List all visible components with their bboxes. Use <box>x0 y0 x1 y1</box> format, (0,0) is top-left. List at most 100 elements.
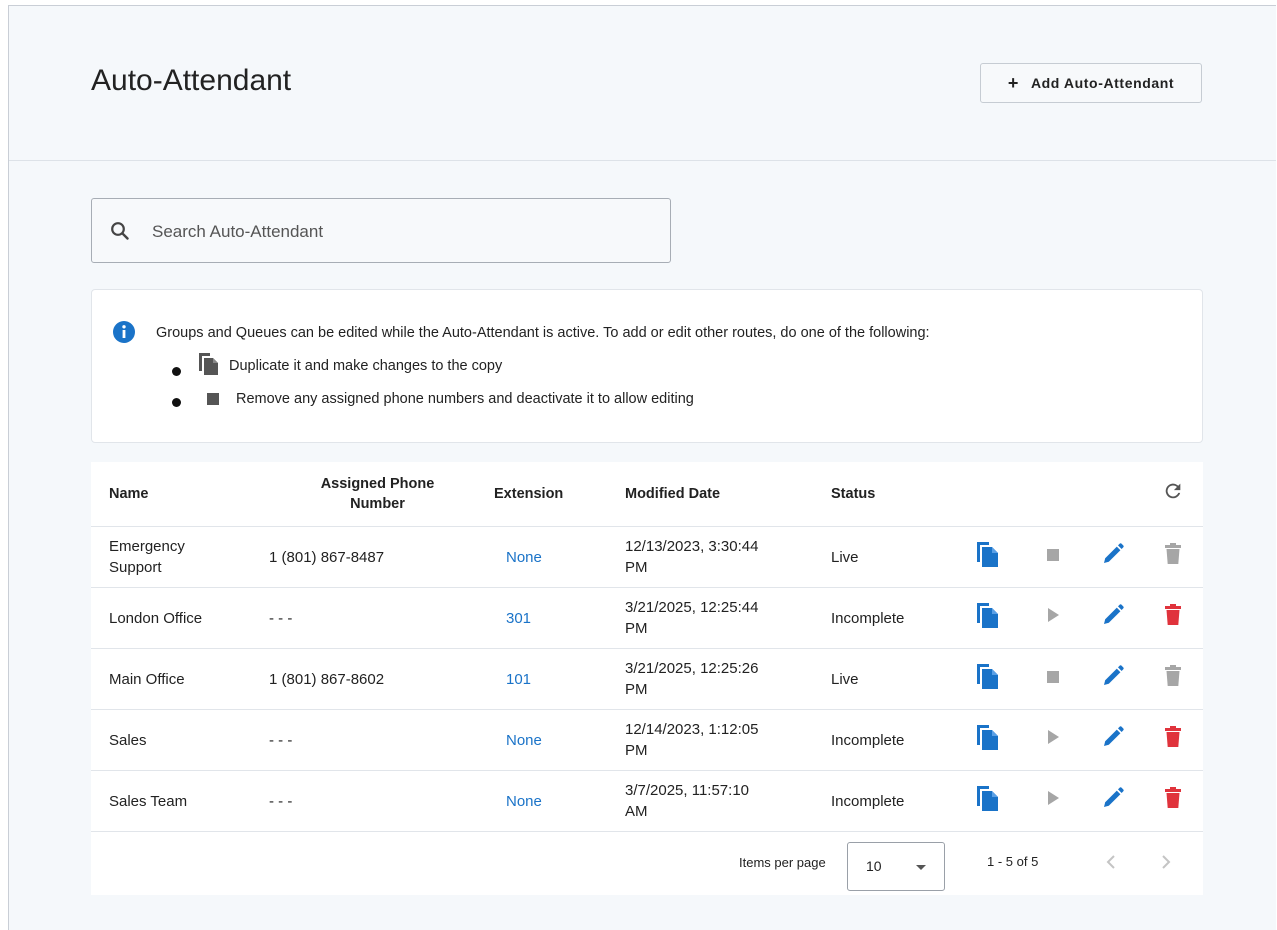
stop-icon <box>207 393 219 405</box>
info-panel: Groups and Queues can be edited while th… <box>91 289 1203 443</box>
deactivate-button[interactable] <box>1023 526 1083 588</box>
column-header-modified[interactable]: Modified Date <box>625 462 831 527</box>
row-modified: 3/21/2025, 12:25:26 PM <box>625 648 831 710</box>
edit-button[interactable] <box>1083 709 1143 771</box>
next-page-icon[interactable] <box>1159 852 1173 875</box>
info-bullet-text: Remove any assigned phone numbers and de… <box>236 391 694 407</box>
row-modified-line2: PM <box>625 620 648 637</box>
row-modified-line1: 3/7/2025, 11:57:10 <box>625 782 749 799</box>
chevron-down-icon <box>916 865 926 870</box>
auto-attendant-table: Name Assigned Phone Number Extension Mod… <box>91 462 1203 895</box>
row-extension[interactable]: 301 <box>494 587 625 649</box>
duplicate-button[interactable] <box>951 770 1023 832</box>
row-modified-line1: 3/21/2025, 12:25:26 <box>625 660 759 677</box>
row-phone: 1 (801) 867-8602 <box>261 648 494 710</box>
edit-button[interactable] <box>1083 526 1143 588</box>
edit-button[interactable] <box>1083 648 1143 710</box>
info-bullet-deactivate: Remove any assigned phone numbers and de… <box>172 391 694 407</box>
bullet-dot <box>172 397 181 407</box>
trash-icon <box>1164 726 1182 753</box>
row-extension[interactable]: 101 <box>494 648 625 710</box>
table-row: Main Office 1 (801) 867-8602 101 3/21/2025,… <box>91 648 1203 710</box>
refresh-icon[interactable] <box>1162 480 1184 508</box>
delete-button[interactable] <box>1143 770 1203 832</box>
activate-button[interactable] <box>1023 587 1083 649</box>
deactivate-button[interactable] <box>1023 648 1083 710</box>
column-header-extension[interactable]: Extension <box>494 462 625 527</box>
row-name: London Office <box>91 587 261 649</box>
column-header-status[interactable]: Status <box>831 462 951 527</box>
duplicate-button[interactable] <box>951 587 1023 649</box>
edit-button[interactable] <box>1083 587 1143 649</box>
edit-button[interactable] <box>1083 770 1143 832</box>
play-icon <box>1046 791 1060 810</box>
row-phone: - - - <box>261 770 494 832</box>
row-name-line1: Sales <box>109 731 147 749</box>
add-auto-attendant-label: Add Auto-Attendant <box>1030 75 1175 91</box>
search-box[interactable] <box>91 198 671 263</box>
copy-icon <box>975 786 999 816</box>
copy-icon <box>975 542 999 572</box>
items-per-page-value: 10 <box>866 858 882 874</box>
add-auto-attendant-button[interactable]: + Add Auto-Attendant <box>980 63 1202 103</box>
row-name: Sales Team <box>91 770 261 832</box>
pencil-icon <box>1101 665 1125 692</box>
column-header-blank <box>1023 462 1083 527</box>
row-phone: - - - <box>261 709 494 771</box>
search-icon <box>110 221 130 246</box>
info-bullet-duplicate: Duplicate it and make changes to the cop… <box>172 352 502 380</box>
row-modified-line1: 12/13/2023, 3:30:44 <box>625 538 759 555</box>
delete-button[interactable] <box>1143 648 1203 710</box>
plus-icon: + <box>1007 73 1019 93</box>
column-header-phone-line2: Number <box>350 496 405 512</box>
trash-icon <box>1164 604 1182 631</box>
row-status: Incomplete <box>831 770 951 832</box>
table-row: Sales Team - - - None 3/7/2025, 11:57:10 AM I… <box>91 770 1203 832</box>
duplicate-button[interactable] <box>951 648 1023 710</box>
previous-page-icon[interactable] <box>1104 852 1118 875</box>
row-status: Live <box>831 648 951 710</box>
row-modified: 3/7/2025, 11:57:10 AM <box>625 770 831 832</box>
column-header-phone-line1: Assigned Phone <box>320 476 435 492</box>
play-icon <box>1046 608 1060 627</box>
pagination-range: 1 - 5 of 5 <box>987 854 1039 869</box>
app-frame: Auto-Attendant + Add Auto-Attendant Grou… <box>8 5 1276 930</box>
play-icon <box>1046 730 1060 749</box>
row-modified-line2: PM <box>625 742 648 759</box>
activate-button[interactable] <box>1023 770 1083 832</box>
delete-button[interactable] <box>1143 709 1203 771</box>
duplicate-button[interactable] <box>951 709 1023 771</box>
row-status: Incomplete <box>831 709 951 771</box>
info-message: Groups and Queues can be edited while th… <box>156 325 930 341</box>
row-extension[interactable]: None <box>494 709 625 771</box>
column-header-phone[interactable]: Assigned Phone Number <box>261 462 494 527</box>
row-name-line1: Sales Team <box>109 792 188 810</box>
row-status: Live <box>831 526 951 588</box>
delete-button[interactable] <box>1143 526 1203 588</box>
stop-icon <box>1046 670 1060 688</box>
page-title: Auto-Attendant <box>91 64 292 97</box>
row-modified-line2: PM <box>625 681 648 698</box>
delete-button[interactable] <box>1143 587 1203 649</box>
row-name-line2: Support <box>109 559 162 576</box>
row-modified: 12/13/2023, 3:30:44 PM <box>625 526 831 588</box>
row-modified-line2: PM <box>625 559 648 576</box>
pencil-icon <box>1101 604 1125 631</box>
copy-icon <box>975 603 999 633</box>
activate-button[interactable] <box>1023 709 1083 771</box>
duplicate-button[interactable] <box>951 526 1023 588</box>
search-input[interactable] <box>150 219 654 245</box>
row-modified-line1: 3/21/2025, 12:25:44 <box>625 599 759 616</box>
column-header-name[interactable]: Name <box>91 462 261 527</box>
row-extension[interactable]: None <box>494 526 625 588</box>
items-per-page-label: Items per page <box>739 855 826 870</box>
bullet-dot <box>172 366 181 376</box>
items-per-page-select[interactable]: 10 <box>847 842 945 891</box>
trash-icon <box>1164 665 1182 692</box>
row-name-line1: London Office <box>109 609 203 627</box>
column-header-blank <box>951 462 1023 527</box>
row-extension[interactable]: None <box>494 770 625 832</box>
row-name: Sales <box>91 709 261 771</box>
copy-icon <box>975 664 999 694</box>
pencil-icon <box>1101 787 1125 814</box>
